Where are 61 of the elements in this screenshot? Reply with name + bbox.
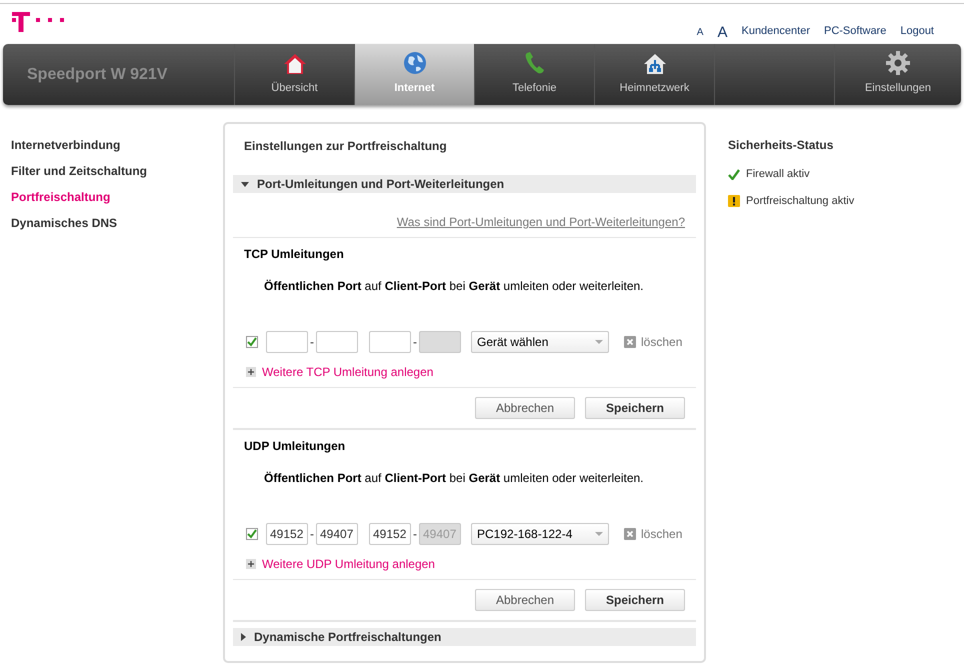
port-field[interactable] [316, 331, 358, 353]
sidebar-item[interactable]: Portfreischaltung [11, 188, 110, 206]
font-size-link[interactable]: A [717, 24, 728, 40]
checkbox[interactable] [246, 528, 258, 540]
sidebar-item[interactable]: Filter und Zeitschaltung [11, 162, 148, 180]
port-field[interactable] [266, 331, 308, 353]
close-icon [624, 528, 636, 540]
add-rule-link[interactable]: Weitere UDP Umleitung anlegen [233, 545, 435, 579]
add-rule-link[interactable]: Weitere TCP Umleitung anlegen [233, 353, 434, 387]
house-icon [282, 52, 306, 74]
caret-down-icon [595, 532, 603, 536]
delete-button[interactable]: löschen [624, 525, 682, 543]
header-link[interactable]: Logout [900, 23, 934, 40]
font-size-link[interactable]: A [696, 24, 704, 40]
home-network-icon [642, 52, 666, 74]
form-button[interactable]: Abbrechen [475, 589, 575, 611]
range-separator: - [413, 526, 417, 543]
product-name: Speedport W 921V [27, 64, 168, 84]
panel-title: Einstellungen zur Portfreischaltung [243, 138, 448, 155]
section-title: TCP Umleitungen [243, 246, 345, 263]
phone-icon [524, 50, 546, 74]
globe-icon [402, 50, 426, 74]
range-separator: - [310, 334, 314, 351]
status-item: Firewall aktiv [746, 167, 810, 182]
caret-right-icon [241, 633, 246, 641]
port-field[interactable]: 49407 [316, 523, 358, 545]
form-button[interactable]: Speichern [585, 397, 685, 419]
section-description: Öffentlichen Port auf Client-Port bei Gerät umleiten oder weiterleiten. [263, 278, 645, 295]
caret-down-icon [241, 182, 249, 186]
checkbox[interactable] [246, 336, 258, 348]
status-item: Portfreischaltung aktiv [746, 194, 854, 208]
status-title: Sicherheits-Status [728, 137, 834, 154]
form-button[interactable]: Speichern [585, 589, 685, 611]
delete-button[interactable]: löschen [624, 333, 682, 351]
range-separator: - [310, 526, 314, 543]
nav-tab[interactable]: Telefonie [475, 44, 595, 105]
help-link[interactable]: Was sind Port-Umleitungen und Port-Weiterleitungen? [396, 213, 685, 231]
sidebar-item[interactable]: Internetverbindung [11, 136, 120, 154]
section-title: UDP Umleitungen [243, 438, 346, 455]
port-field[interactable] [369, 331, 411, 353]
header-link[interactable]: Kundencenter [741, 23, 810, 40]
plus-icon [246, 559, 256, 569]
device-dropdown[interactable]: PC192-168-122-4 [471, 523, 609, 545]
warning-icon [728, 194, 740, 207]
port-field[interactable]: 49152 [266, 523, 308, 545]
device-dropdown[interactable]: Gerät wählen [471, 331, 609, 353]
port-field[interactable]: 49152 [369, 523, 411, 545]
accordion-header[interactable]: Port-Umleitungen und Port-Weiterleitungen [233, 175, 696, 193]
sidebar-item[interactable]: Dynamisches DNS [11, 214, 118, 232]
section-description: Öffentlichen Port auf Client-Port bei Gerät umleiten oder weiterleiten. [263, 470, 645, 487]
nav-tab[interactable]: Einstellungen [835, 44, 961, 105]
checkmark-icon [728, 168, 740, 180]
nav-tab[interactable]: Heimnetzwerk [595, 44, 715, 105]
telekom-logo[interactable] [12, 12, 64, 32]
plus-icon [246, 367, 256, 377]
accordion-header[interactable]: Dynamische Portfreischaltungen [233, 628, 696, 646]
range-separator: - [413, 334, 417, 351]
header-link[interactable]: PC-Software [824, 23, 886, 40]
form-button[interactable]: Abbrechen [475, 397, 575, 419]
close-icon [624, 336, 636, 348]
caret-down-icon [595, 340, 603, 344]
